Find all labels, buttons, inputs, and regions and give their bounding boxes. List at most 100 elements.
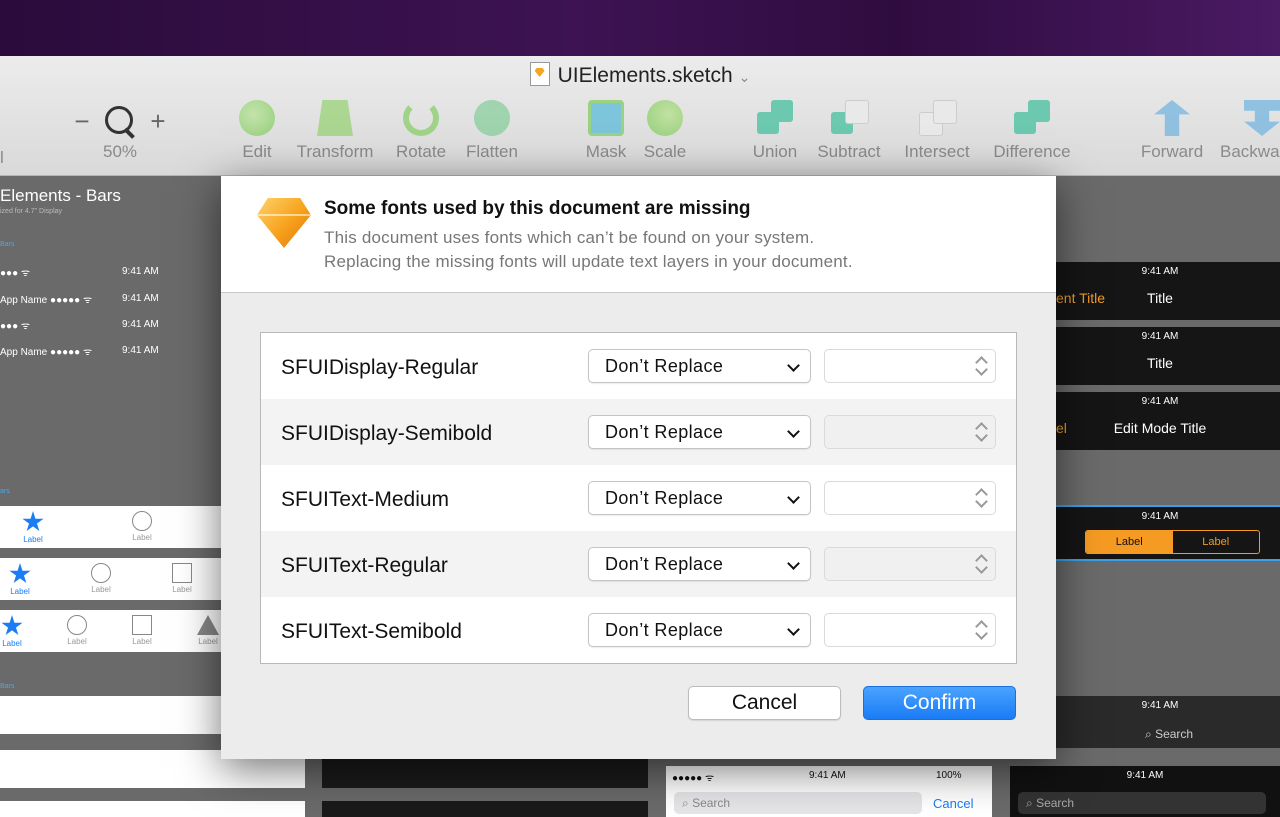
cancel-button[interactable]: Cancel — [688, 686, 841, 720]
tool-flatten[interactable]: Flatten — [460, 92, 524, 162]
tool-intersect[interactable]: Intersect — [898, 100, 976, 162]
segment-selected[interactable]: Label — [1086, 531, 1173, 553]
search-input[interactable]: ⌕ Search — [1018, 792, 1266, 814]
tab-label: Label — [23, 535, 43, 544]
tool-difference[interactable]: Difference — [986, 100, 1078, 162]
tool-backward[interactable]: Backwa — [1220, 100, 1280, 162]
union-icon — [757, 100, 793, 136]
sketch-diamond-icon — [257, 198, 311, 248]
intersect-icon — [919, 100, 957, 136]
artboard-title[interactable]: Elements - Bars — [0, 186, 121, 206]
rotate-icon — [403, 100, 439, 136]
zoom-out-button[interactable]: − — [72, 106, 92, 137]
tool-label: Scale — [643, 142, 687, 161]
search-placeholder[interactable]: ⌕ Search — [1145, 727, 1193, 742]
font-style-select[interactable] — [824, 349, 996, 383]
tool-label: Edit — [242, 142, 272, 161]
square-icon — [172, 563, 192, 583]
replacement-font-select[interactable]: Don’t Replace — [588, 481, 811, 515]
tool-label: Subtract — [817, 142, 881, 161]
status-battery: 100% — [936, 770, 962, 781]
backward-icon — [1244, 100, 1280, 136]
font-style-select[interactable] — [824, 613, 996, 647]
replacement-font-select[interactable]: Don’t Replace — [588, 547, 811, 581]
circle-icon — [132, 511, 152, 531]
tool-rotate[interactable]: Rotate — [390, 100, 452, 162]
chevron-down-icon — [787, 491, 800, 504]
title-toolbar: UIElements.sketch ⌄ l − + 50% Edit Transf… — [0, 56, 1280, 176]
font-style-select[interactable] — [824, 547, 996, 581]
tab-item[interactable]: Label — [18, 511, 48, 544]
tab-item[interactable]: Label — [5, 563, 35, 596]
status-bar-left: ●●● ᯤ — [0, 321, 31, 332]
chevron-down-icon — [787, 425, 800, 438]
window-title[interactable]: UIElements.sketch ⌄ — [0, 62, 1280, 88]
font-row: SFUIText-Semibold Don’t Replace — [261, 597, 1016, 663]
tool-label: Intersect — [904, 142, 970, 161]
tool-label: Flatten — [466, 142, 518, 161]
tool-label: Difference — [993, 142, 1071, 161]
tool-edit[interactable]: Edit — [228, 100, 286, 162]
replacement-font-select[interactable]: Don’t Replace — [588, 613, 811, 647]
mask-icon — [588, 100, 624, 136]
tab-label: Label — [172, 585, 192, 594]
toolbar-light — [0, 801, 305, 817]
search-placeholder: Search — [692, 796, 731, 810]
font-name: SFUIText-Regular — [281, 554, 448, 577]
section-label: ars — [0, 488, 10, 495]
tool-union[interactable]: Union — [746, 100, 804, 162]
tab-item[interactable]: Label — [86, 563, 116, 594]
tab-item[interactable]: Label — [167, 563, 197, 594]
up-down-arrows-icon — [974, 487, 988, 509]
search-bar-dark: 9:41 AM ⌕ Search — [1010, 766, 1280, 817]
font-name: SFUIText-Medium — [281, 488, 450, 511]
dialog-header: Some fonts used by this document are mis… — [221, 176, 1056, 293]
status-time: 9:41 AM — [1141, 331, 1179, 342]
zoom-in-button[interactable]: + — [148, 106, 168, 137]
toolbar-partial-label: l — [0, 148, 4, 167]
tool-forward[interactable]: Forward — [1136, 100, 1208, 162]
select-value: Don’t Replace — [605, 356, 724, 376]
font-name: SFUIDisplay-Regular — [281, 356, 479, 379]
search-placeholder: Search — [1036, 796, 1075, 810]
tab-item[interactable]: Label — [127, 511, 157, 542]
up-down-arrows-icon — [974, 355, 988, 377]
search-label: Search — [1155, 727, 1194, 741]
search-input[interactable]: ⌕ Search — [674, 792, 922, 814]
font-row: SFUIText-Medium Don’t Replace — [261, 465, 1016, 531]
font-style-select[interactable] — [824, 481, 996, 515]
tab-item[interactable]: Label — [62, 615, 92, 646]
tool-transform[interactable]: Transform — [290, 100, 380, 162]
status-time: 9:41 AM — [1141, 511, 1179, 522]
tab-item[interactable]: Label — [127, 615, 157, 646]
segmented-control[interactable]: Label Label — [1085, 530, 1260, 554]
tool-mask[interactable]: Mask — [580, 100, 632, 162]
status-time: 9:41 AM — [809, 770, 846, 781]
section-label: Bars — [0, 683, 15, 690]
magnifier-icon[interactable] — [103, 104, 137, 138]
circle-icon — [91, 563, 111, 583]
segment[interactable]: Label — [1173, 531, 1260, 553]
subtract-icon — [831, 100, 869, 136]
search-cancel-button[interactable]: Cancel — [933, 796, 973, 811]
chevron-down-icon — [787, 359, 800, 372]
desktop-background — [0, 0, 1280, 56]
replacement-font-select[interactable]: Don’t Replace — [588, 415, 811, 449]
nav-title: Title — [1147, 355, 1173, 371]
status-carrier: ●●●●● ᯤ — [672, 773, 715, 784]
chevron-down-icon[interactable]: ⌄ — [739, 69, 751, 85]
replacement-font-select[interactable]: Don’t Replace — [588, 349, 811, 383]
tab-item[interactable]: Label — [193, 615, 223, 646]
font-row: SFUIText-Regular Don’t Replace — [261, 531, 1016, 597]
tool-scale[interactable]: Scale — [638, 100, 692, 162]
font-name: SFUIDisplay-Semibold — [281, 422, 493, 445]
status-time: 9:41 AM — [1141, 266, 1179, 277]
status-time: 9:41 AM — [1126, 770, 1164, 781]
tab-item[interactable]: Label — [0, 615, 27, 648]
tool-subtract[interactable]: Subtract — [812, 100, 886, 162]
tool-label: Rotate — [395, 142, 447, 161]
confirm-button[interactable]: Confirm — [863, 686, 1016, 720]
star-icon — [9, 563, 31, 584]
status-time: 9:41 AM — [1141, 700, 1179, 711]
font-style-select[interactable] — [824, 415, 996, 449]
